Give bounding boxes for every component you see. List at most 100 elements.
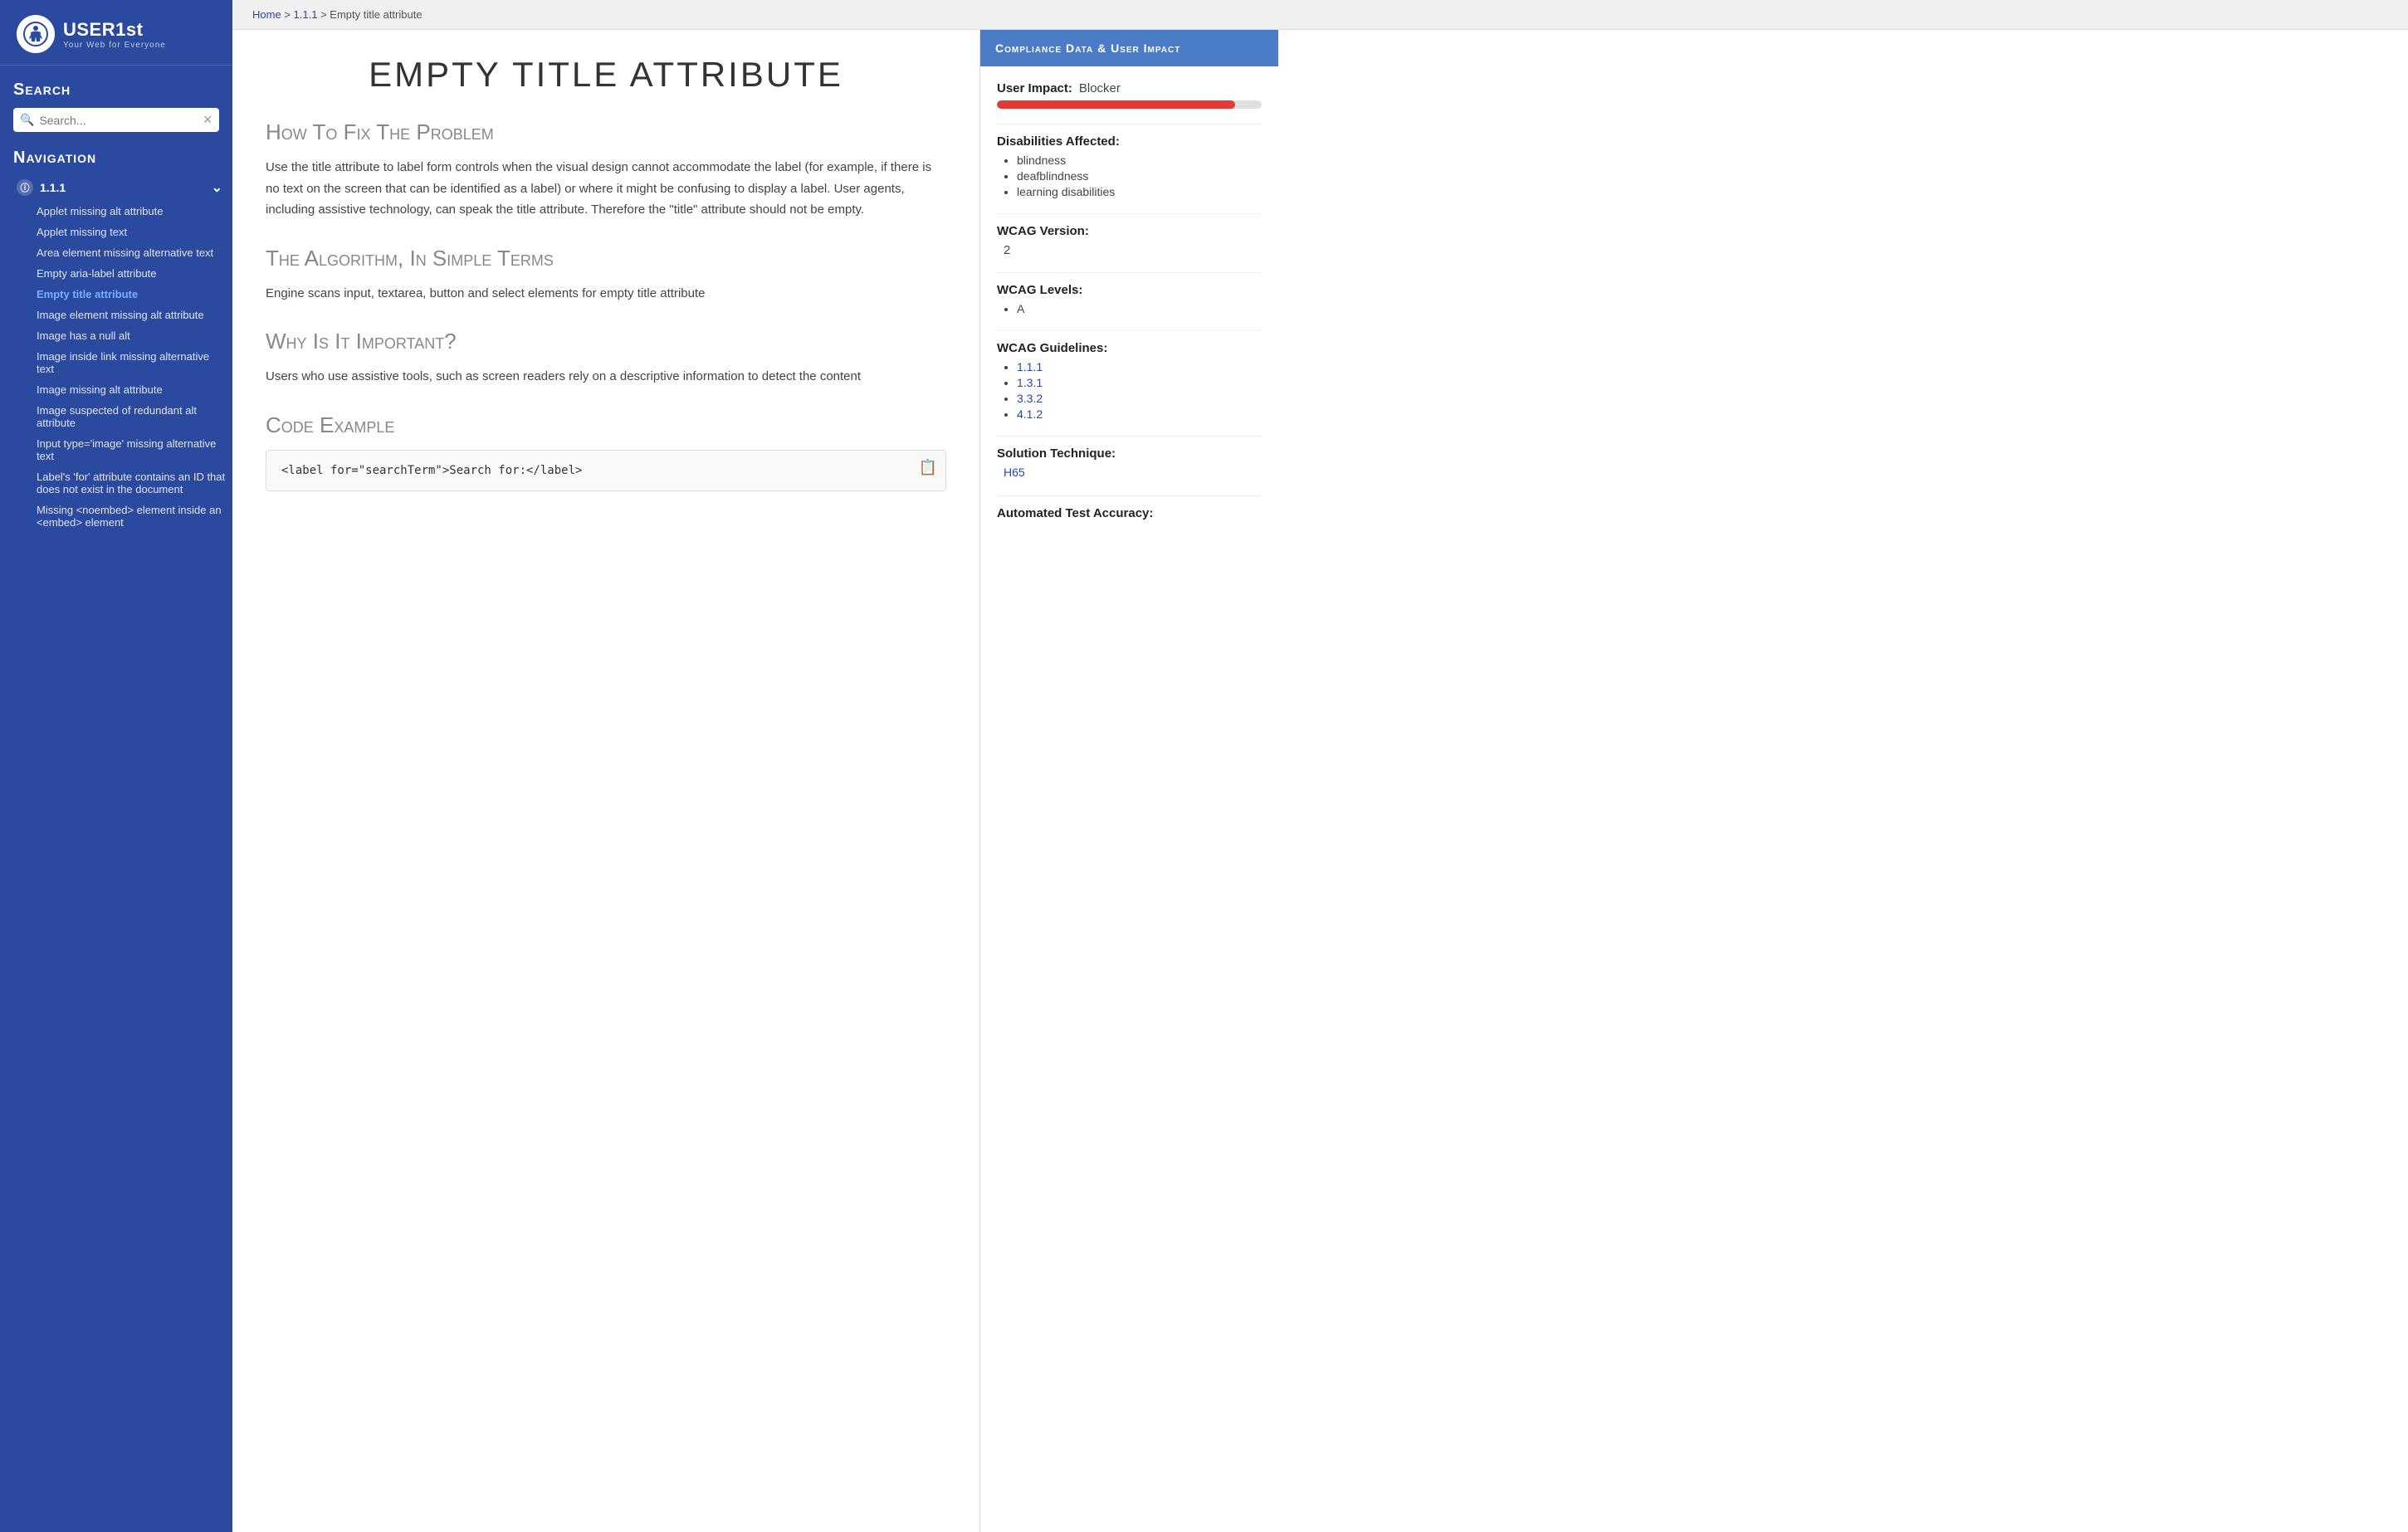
wcag-guideline-link-1.1.1[interactable]: 1.1.1 bbox=[1017, 360, 1043, 373]
wcag-guidelines-row: WCAG Guidelines: 1.1.1 1.3.1 3.3.2 4.1.2 bbox=[997, 341, 1262, 421]
heading-algorithm: The Algorithm, In Simple Terms bbox=[266, 246, 946, 271]
divider-5 bbox=[997, 436, 1262, 437]
user-impact-value: Blocker bbox=[1079, 81, 1121, 95]
nav-child-image-null-alt[interactable]: Image has a null alt bbox=[30, 325, 232, 346]
nav-child-empty-aria-label[interactable]: Empty aria-label attribute bbox=[30, 263, 232, 284]
user-impact-label-row: User Impact: Blocker bbox=[997, 81, 1262, 95]
compliance-body: User Impact: Blocker Disabilities Affect… bbox=[980, 66, 1278, 550]
copy-button[interactable]: 📋 bbox=[919, 459, 937, 476]
nav-child-input-image-missing-alt[interactable]: Input type='image' missing alternative t… bbox=[30, 433, 232, 466]
breadcrumb-home[interactable]: Home bbox=[252, 8, 281, 21]
heading-code-example: Code Example bbox=[266, 412, 946, 438]
breadcrumb-sep1: > bbox=[284, 8, 293, 21]
automated-test-row: Automated Test Accuracy: bbox=[997, 506, 1262, 520]
automated-test-label: Automated Test Accuracy: bbox=[997, 506, 1262, 520]
body-algorithm: Engine scans input, textarea, button and… bbox=[266, 283, 946, 305]
logo-text: USER1st Your Web for Everyone bbox=[63, 19, 166, 50]
logo-area: USER1st Your Web for Everyone bbox=[0, 0, 232, 66]
nav-child-image-missing-alt[interactable]: Image missing alt attribute bbox=[30, 379, 232, 400]
search-input[interactable] bbox=[39, 114, 198, 127]
solution-technique-label: Solution Technique: bbox=[997, 446, 1262, 461]
wcag-guideline-item: 1.3.1 bbox=[1017, 376, 1262, 389]
breadcrumb: Home > 1.1.1 > Empty title attribute bbox=[232, 0, 2408, 30]
nav-child-empty-title-attribute[interactable]: Empty title attribute bbox=[30, 284, 232, 305]
wcag-guideline-link-3.3.2[interactable]: 3.3.2 bbox=[1017, 392, 1043, 405]
nav-child-area-element-missing-alt[interactable]: Area element missing alternative text bbox=[30, 242, 232, 263]
breadcrumb-sep2: > bbox=[320, 8, 330, 21]
disabilities-row: Disabilities Affected: blindness deafblin… bbox=[997, 134, 1262, 198]
clear-icon[interactable]: ✕ bbox=[203, 113, 212, 127]
nav-parent-icon: ⓘ bbox=[17, 179, 33, 196]
nav-child-applet-missing-alt[interactable]: Applet missing alt attribute bbox=[30, 201, 232, 222]
nav-parent-left: ⓘ 1.1.1 bbox=[17, 179, 66, 196]
wcag-guideline-item: 1.1.1 bbox=[1017, 360, 1262, 373]
section-code-example: Code Example <label for="searchTerm">Sea… bbox=[266, 412, 946, 491]
disabilities-list: blindness deafblindness learning disabilit… bbox=[997, 154, 1262, 198]
search-heading: Search bbox=[13, 81, 219, 100]
impact-bar-fill bbox=[997, 100, 1235, 109]
divider-2 bbox=[997, 213, 1262, 214]
wcag-version-row: WCAG Version: 2 bbox=[997, 224, 1262, 257]
logo-title: USER1st bbox=[63, 19, 166, 41]
nav-child-image-inside-link-missing-alt[interactable]: Image inside link missing alternative te… bbox=[30, 346, 232, 379]
nav-child-missing-noembed[interactable]: Missing <noembed> element inside an <emb… bbox=[30, 500, 232, 533]
disability-item: learning disabilities bbox=[1017, 185, 1262, 198]
section-how-to-fix: How To Fix The Problem Use the title att… bbox=[266, 120, 946, 221]
chevron-down-icon: ⌄ bbox=[212, 179, 222, 196]
search-icon: 🔍 bbox=[20, 113, 34, 127]
nav-heading: Navigation bbox=[13, 149, 232, 168]
solution-technique-row: Solution Technique: H65 bbox=[997, 446, 1262, 481]
nav-child-image-redundant-alt[interactable]: Image suspected of redundant alt attribu… bbox=[30, 400, 232, 433]
nav-child-applet-missing-text[interactable]: Applet missing text bbox=[30, 222, 232, 242]
solution-link[interactable]: H65 bbox=[1004, 466, 1025, 479]
nav-children-1.1.1: Applet missing alt attributeApplet missi… bbox=[13, 201, 232, 533]
wcag-guideline-link-1.3.1[interactable]: 1.3.1 bbox=[1017, 376, 1043, 389]
wcag-levels-row: WCAG Levels: A bbox=[997, 283, 1262, 315]
section-algorithm: The Algorithm, In Simple Terms Engine sc… bbox=[266, 246, 946, 305]
sidebar: USER1st Your Web for Everyone Search 🔍 ✕… bbox=[0, 0, 232, 1532]
nav-parent-1.1.1[interactable]: ⓘ 1.1.1 ⌄ bbox=[13, 174, 232, 201]
nav-parent-label: 1.1.1 bbox=[40, 181, 66, 194]
code-content: <label for="searchTerm">Search for:</lab… bbox=[281, 464, 582, 477]
wcag-guidelines-list: 1.1.1 1.3.1 3.3.2 4.1.2 bbox=[997, 360, 1262, 421]
breadcrumb-section[interactable]: 1.1.1 bbox=[294, 8, 318, 21]
divider-4 bbox=[997, 330, 1262, 331]
wcag-guidelines-label: WCAG Guidelines: bbox=[997, 341, 1262, 355]
logo-icon bbox=[17, 15, 55, 53]
divider-6 bbox=[997, 495, 1262, 496]
disabilities-label: Disabilities Affected: bbox=[997, 134, 1262, 149]
wcag-guideline-item: 4.1.2 bbox=[1017, 407, 1262, 421]
heading-why-important: Why Is It Important? bbox=[266, 329, 946, 354]
article: Empty Title Attribute How To Fix The Pro… bbox=[232, 30, 979, 1532]
code-block: <label for="searchTerm">Search for:</lab… bbox=[266, 450, 946, 491]
nav-section: Navigation ⓘ 1.1.1 ⌄ Applet missing alt … bbox=[0, 140, 232, 541]
body-why-important: Users who use assistive tools, such as s… bbox=[266, 366, 946, 388]
page-title: Empty Title Attribute bbox=[266, 55, 946, 95]
search-section: Search 🔍 ✕ bbox=[0, 66, 232, 140]
user-impact-row: User Impact: Blocker bbox=[997, 81, 1262, 109]
body-how-to-fix: Use the title attribute to label form co… bbox=[266, 157, 946, 221]
disability-item: deafblindness bbox=[1017, 169, 1262, 183]
logo-subtitle: Your Web for Everyone bbox=[63, 41, 166, 50]
nav-group: ⓘ 1.1.1 ⌄ Applet missing alt attributeAp… bbox=[13, 174, 232, 533]
disability-item: blindness bbox=[1017, 154, 1262, 167]
wcag-guideline-link-4.1.2[interactable]: 4.1.2 bbox=[1017, 407, 1043, 421]
impact-bar-bg bbox=[997, 100, 1262, 109]
divider-3 bbox=[997, 272, 1262, 273]
wcag-level-item: A bbox=[1017, 302, 1262, 315]
main-content: Home > 1.1.1 > Empty title attribute Emp… bbox=[232, 0, 2408, 1532]
content-area: Empty Title Attribute How To Fix The Pro… bbox=[232, 30, 2408, 1532]
wcag-version-label: WCAG Version: bbox=[997, 224, 1262, 238]
compliance-panel: Compliance Data & User Impact User Impac… bbox=[979, 30, 1278, 1532]
wcag-guideline-item: 3.3.2 bbox=[1017, 392, 1262, 405]
heading-how-to-fix: How To Fix The Problem bbox=[266, 120, 946, 145]
user-impact-label: User Impact: bbox=[997, 81, 1072, 95]
section-why-important: Why Is It Important? Users who use assis… bbox=[266, 329, 946, 388]
search-box: 🔍 ✕ bbox=[13, 108, 219, 132]
wcag-levels-list: A bbox=[997, 302, 1262, 315]
compliance-header: Compliance Data & User Impact bbox=[980, 30, 1278, 66]
nav-child-image-element-missing-alt[interactable]: Image element missing alt attribute bbox=[30, 305, 232, 325]
nav-child-label-for-missing[interactable]: Label's 'for' attribute contains an ID t… bbox=[30, 466, 232, 500]
wcag-levels-label: WCAG Levels: bbox=[997, 283, 1262, 297]
breadcrumb-current: Empty title attribute bbox=[330, 8, 422, 21]
